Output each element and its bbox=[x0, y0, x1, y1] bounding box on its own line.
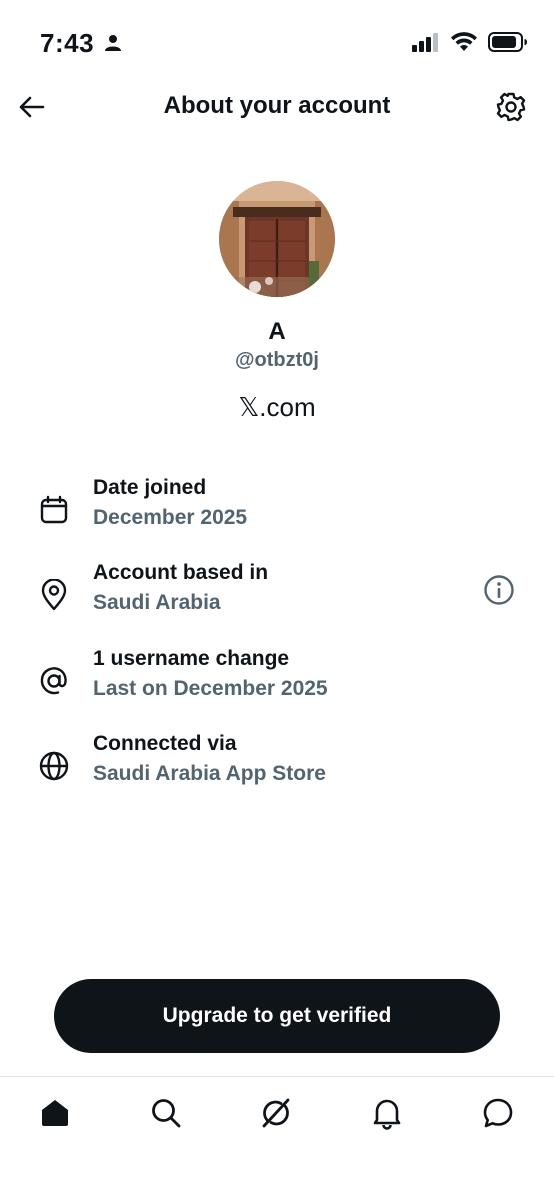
info-row-account-based-in: Account based in Saudi Arabia bbox=[0, 561, 554, 631]
status-bar: 7:43 bbox=[0, 0, 554, 88]
home-icon bbox=[42, 1100, 68, 1126]
info-value: Saudi Arabia bbox=[93, 591, 221, 614]
info-title: Account based in bbox=[93, 561, 269, 584]
info-value: December 2025 bbox=[93, 506, 248, 529]
bell-icon bbox=[373, 1099, 401, 1130]
info-value: Last on December 2025 bbox=[93, 677, 328, 700]
info-row-username-change: 1 username change Last on December 2025 bbox=[0, 647, 554, 717]
status-indicators bbox=[412, 32, 528, 52]
tab-notifications[interactable] bbox=[365, 1091, 409, 1135]
info-row-connected-via: Connected via Saudi Arabia App Store bbox=[0, 732, 554, 802]
info-value: Saudi Arabia App Store bbox=[93, 762, 326, 785]
chat-bubble-icon bbox=[483, 1098, 513, 1128]
status-time: 7:43 bbox=[40, 28, 95, 58]
location-pin-icon bbox=[36, 577, 72, 613]
battery-icon bbox=[488, 32, 527, 52]
tab-search[interactable] bbox=[144, 1091, 188, 1135]
wifi-icon bbox=[451, 32, 477, 51]
info-title: Date joined bbox=[93, 476, 207, 499]
tab-messages[interactable] bbox=[476, 1091, 520, 1135]
at-sign-icon bbox=[36, 663, 72, 699]
account-location-info-button[interactable] bbox=[482, 573, 516, 607]
tab-grok[interactable] bbox=[254, 1091, 298, 1135]
info-icon bbox=[484, 575, 514, 605]
display-name: A bbox=[268, 318, 286, 345]
grok-icon bbox=[262, 1098, 290, 1128]
upgrade-verified-button[interactable]: Upgrade to get verified bbox=[54, 979, 500, 1053]
calendar-icon bbox=[36, 492, 72, 528]
settings-button[interactable] bbox=[494, 90, 528, 124]
info-title: 1 username change bbox=[93, 647, 290, 670]
header: About your account bbox=[0, 78, 554, 138]
site-label: 𝕏.com bbox=[238, 392, 316, 422]
person-icon bbox=[105, 35, 121, 51]
avatar-image bbox=[219, 181, 335, 297]
globe-icon bbox=[36, 748, 72, 784]
info-row-date-joined: Date joined December 2025 bbox=[0, 476, 554, 546]
cellular-signal-icon bbox=[412, 33, 438, 52]
username-handle: @otbzt0j bbox=[235, 349, 319, 371]
gear-icon bbox=[496, 92, 526, 122]
tab-home[interactable] bbox=[33, 1091, 77, 1135]
page-title: About your account bbox=[163, 92, 391, 119]
bottom-tab-bar bbox=[0, 1077, 554, 1199]
avatar[interactable] bbox=[219, 181, 335, 297]
info-title: Connected via bbox=[93, 732, 237, 755]
search-icon bbox=[152, 1099, 181, 1128]
